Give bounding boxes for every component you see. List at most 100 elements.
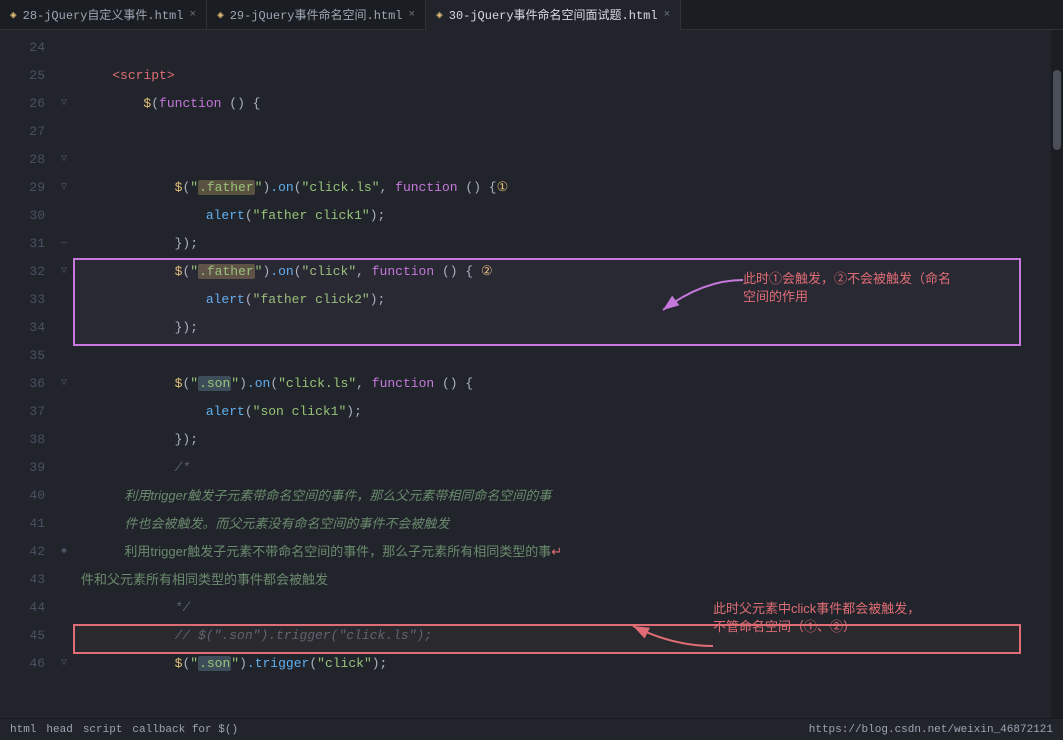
tab-3-close[interactable]: × bbox=[664, 9, 671, 21]
tab-2-close[interactable]: × bbox=[409, 9, 416, 21]
code-42-text: 利用trigger触发子元素不带命名空间的事件，那么子元素所有相同类型的事↵ bbox=[81, 538, 562, 566]
ln-37: 37 bbox=[0, 398, 45, 426]
fold-38 bbox=[55, 426, 73, 454]
tab-3-label: 30-jQuery事件命名空间面试题.html bbox=[449, 6, 658, 23]
ln-38: 38 bbox=[0, 426, 45, 454]
fold-32[interactable]: ▽ bbox=[55, 258, 73, 286]
status-left: html head script callback for $() bbox=[10, 724, 238, 736]
tab-1-close[interactable]: × bbox=[189, 9, 196, 21]
code-line-24 bbox=[81, 34, 1051, 62]
fold-26[interactable]: ▽ bbox=[55, 90, 73, 118]
code-25-text: <script> bbox=[81, 62, 175, 90]
ln-24: 24 bbox=[0, 34, 45, 62]
fold-29[interactable]: ▽ bbox=[55, 174, 73, 202]
tab-2[interactable]: ◈ 29-jQuery事件命名空间.html × bbox=[207, 0, 426, 30]
arrow-top bbox=[633, 270, 748, 330]
code-46-text: $(".son").trigger("click"); bbox=[81, 650, 387, 678]
code-line-29: $(".father").on("click.ls", function () … bbox=[81, 174, 1051, 202]
code-31-text: }); bbox=[81, 230, 198, 258]
ln-42: 42 bbox=[0, 538, 45, 566]
fold-35 bbox=[55, 342, 73, 370]
code-39-text: /* bbox=[81, 454, 190, 482]
code-34-text: }); bbox=[81, 314, 198, 342]
code-line-41: 件也会被触发。而父元素没有命名空间的事件不会被触发 bbox=[81, 510, 1051, 538]
code-line-30: alert("father click1"); bbox=[81, 202, 1051, 230]
tab-2-label: 29-jQuery事件命名空间.html bbox=[230, 6, 403, 23]
status-url-text: https://blog.csdn.net/weixin_46872121 bbox=[809, 724, 1053, 736]
fold-24 bbox=[55, 34, 73, 62]
ln-46: 46 bbox=[0, 650, 45, 678]
status-html: html bbox=[10, 724, 36, 736]
line-numbers: 24 25 26 27 28 29 30 31 32 33 34 35 36 3… bbox=[0, 30, 55, 718]
code-40-text: 利用trigger触发子元素带命名空间的事件，那么父元素带相同命名空间的事 bbox=[81, 482, 551, 510]
code-line-42: 利用trigger触发子元素不带命名空间的事件，那么子元素所有相同类型的事↵ bbox=[81, 538, 1051, 566]
code-38-text: }); bbox=[81, 426, 198, 454]
status-url: https://blog.csdn.net/weixin_46872121 bbox=[809, 724, 1053, 736]
fold-25 bbox=[55, 62, 73, 90]
code-33-text: alert("father click2"); bbox=[81, 286, 385, 314]
tab-1[interactable]: ◈ 28-jQuery自定义事件.html × bbox=[0, 0, 207, 30]
fold-28: ▽ bbox=[55, 146, 73, 174]
fold-31: — bbox=[55, 230, 73, 258]
ln-25: 25 bbox=[0, 62, 45, 90]
code-line-27 bbox=[81, 118, 1051, 146]
status-head: head bbox=[46, 724, 72, 736]
tab-1-label: 28-jQuery自定义事件.html bbox=[23, 6, 184, 23]
annotation-bottom-text: 此时父元素中click事件都会被触发，不管命名空间（①、②） bbox=[713, 601, 920, 634]
annotation-top-text: 此时①会触发，②不会被触发（命名空间的作用 bbox=[743, 271, 951, 304]
code-line-40: 利用trigger触发子元素带命名空间的事件，那么父元素带相同命名空间的事 bbox=[81, 482, 1051, 510]
status-callback: callback for $() bbox=[132, 724, 238, 736]
fold-33 bbox=[55, 286, 73, 314]
code-43-text: 件和父元素所有相同类型的事件都会被触发 bbox=[81, 566, 328, 594]
code-41-text: 件也会被触发。而父元素没有命名空间的事件不会被触发 bbox=[81, 510, 449, 538]
code-44-text: */ bbox=[81, 594, 190, 622]
code-29-text: $(".father").on("click.ls", function () … bbox=[81, 174, 508, 202]
annotation-bottom: 此时父元素中click事件都会被触发，不管命名空间（①、②） bbox=[713, 600, 933, 636]
ln-28: 28 bbox=[0, 146, 45, 174]
ln-44: 44 bbox=[0, 594, 45, 622]
fold-column: ▽ ▽ ▽ — ▽ ▽ ◆ ▽ bbox=[55, 30, 73, 718]
fold-46[interactable]: ▽ bbox=[55, 650, 73, 678]
ln-32: 32 bbox=[0, 258, 45, 286]
code-45-text: // $(".son").trigger("click.ls"); bbox=[81, 622, 432, 650]
ln-43: 43 bbox=[0, 566, 45, 594]
code-line-38: }); bbox=[81, 426, 1051, 454]
ln-41: 41 bbox=[0, 510, 45, 538]
tab-3[interactable]: ◈ 30-jQuery事件命名空间面试题.html × bbox=[426, 0, 681, 30]
arrow-bottom bbox=[603, 616, 718, 666]
scrollbar-thumb[interactable] bbox=[1053, 70, 1061, 150]
fold-36[interactable]: ▽ bbox=[55, 370, 73, 398]
fold-27 bbox=[55, 118, 73, 146]
ln-26: 26 bbox=[0, 90, 45, 118]
code-line-36: $(".son").on("click.ls", function () { bbox=[81, 370, 1051, 398]
code-37-text: alert("son click1"); bbox=[81, 398, 362, 426]
fold-43 bbox=[55, 566, 73, 594]
fold-39 bbox=[55, 454, 73, 482]
ln-36: 36 bbox=[0, 370, 45, 398]
file-icon-3: ◈ bbox=[436, 8, 443, 22]
code-line-46: $(".son").trigger("click"); bbox=[81, 650, 1051, 678]
code-content[interactable]: <script> $(function () { $(".father").on… bbox=[73, 30, 1051, 718]
status-bar: html head script callback for $() https:… bbox=[0, 718, 1063, 740]
code-line-39: /* bbox=[81, 454, 1051, 482]
file-icon-1: ◈ bbox=[10, 8, 17, 22]
code-line-37: alert("son click1"); bbox=[81, 398, 1051, 426]
annotation-top: 此时①会触发，②不会被触发（命名空间的作用 bbox=[743, 270, 963, 306]
code-line-35 bbox=[81, 342, 1051, 370]
fold-44 bbox=[55, 594, 73, 622]
ln-30: 30 bbox=[0, 202, 45, 230]
ln-29: 29 bbox=[0, 174, 45, 202]
fold-42: ◆ bbox=[55, 538, 73, 566]
code-line-31: }); bbox=[81, 230, 1051, 258]
code-30-text: alert("father click1"); bbox=[81, 202, 385, 230]
ln-27: 27 bbox=[0, 118, 45, 146]
code-line-43: 件和父元素所有相同类型的事件都会被触发 bbox=[81, 566, 1051, 594]
ln-33: 33 bbox=[0, 286, 45, 314]
fold-41 bbox=[55, 510, 73, 538]
code-line-25: <script> bbox=[81, 62, 1051, 90]
scrollbar[interactable] bbox=[1051, 30, 1063, 718]
code-32-text: $(".father").on("click", function () { ② bbox=[81, 258, 493, 286]
code-36-text: $(".son").on("click.ls", function () { bbox=[81, 370, 473, 398]
file-icon-2: ◈ bbox=[217, 8, 224, 22]
ln-45: 45 bbox=[0, 622, 45, 650]
